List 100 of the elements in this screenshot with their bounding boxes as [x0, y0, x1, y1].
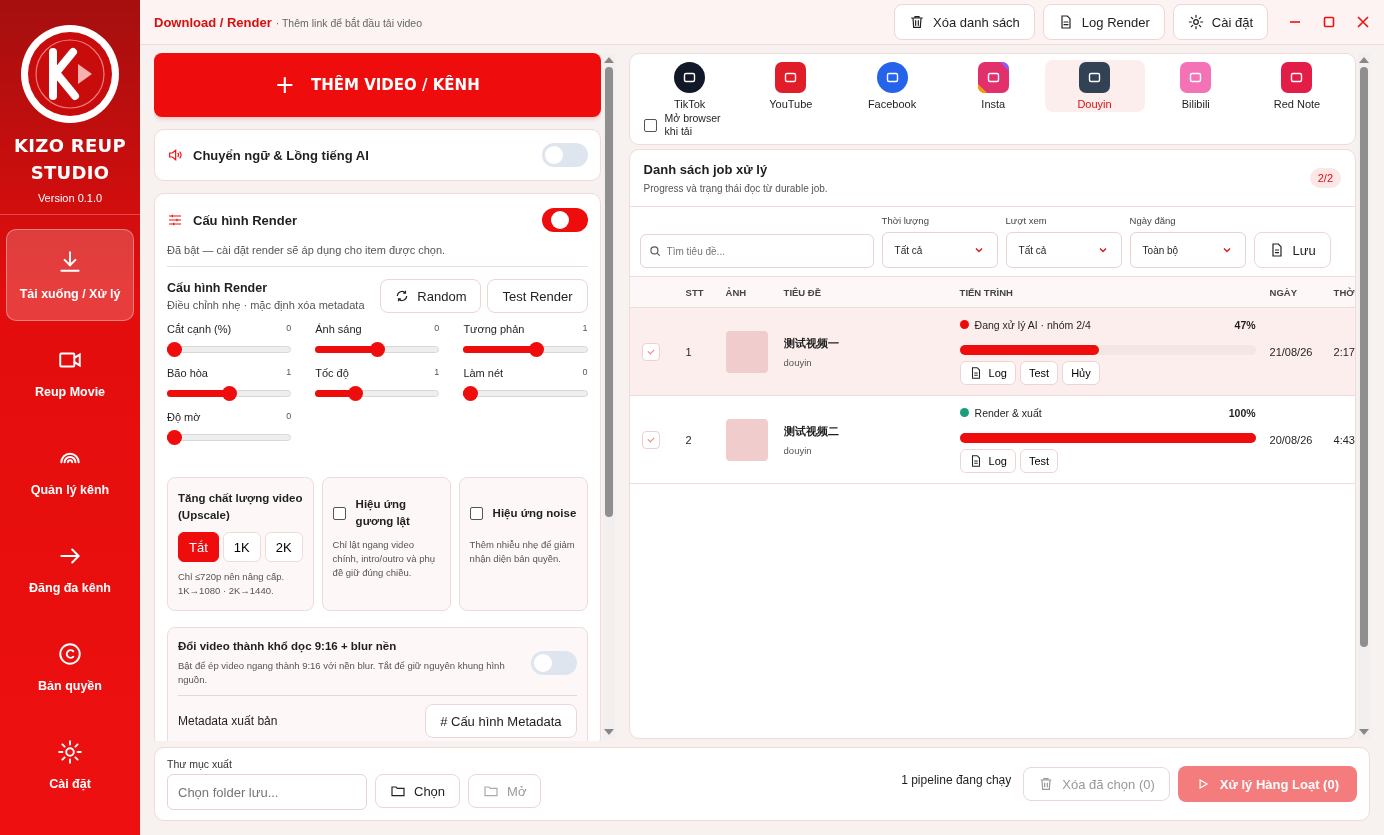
toggle-switch[interactable] [530, 650, 577, 675]
row-action-button[interactable]: Test [1019, 360, 1059, 385]
filter-label: Lượt xem [1005, 215, 1048, 226]
slider-value: 0 [434, 323, 440, 335]
nav-item[interactable]: Bản quyền [6, 621, 134, 713]
checkbox[interactable] [332, 506, 346, 520]
nav-item[interactable]: Quản lý kênh [6, 425, 134, 517]
speaker-icon [167, 147, 183, 163]
row-checkbox[interactable] [641, 430, 660, 449]
platform-tab[interactable]: Insta [943, 60, 1044, 112]
status-text: Đang xử lý AI · nhóm 2/4 [974, 318, 1092, 331]
option-title: Đổi video thành khổ dọc 9:16 + blur nền [178, 639, 398, 655]
row-action-button[interactable]: Hủy [1062, 360, 1100, 385]
slider-label: Cắt cạnh (%) [167, 323, 232, 335]
log-button[interactable]: Log Render [1042, 4, 1165, 40]
slider[interactable] [167, 430, 292, 445]
nav-item[interactable]: Cài đặt [6, 719, 134, 811]
checkbox[interactable] [469, 506, 483, 520]
table-cell-text: 21/08/26 [1269, 345, 1314, 358]
platform-tab[interactable]: Facebook [842, 60, 943, 112]
platform-tab[interactable]: Douyin [1044, 60, 1145, 112]
video-source: douyin [783, 356, 813, 368]
search-field[interactable]: Tìm tiêu đề... [639, 234, 874, 268]
version-label: Version 0.1.0 [37, 192, 103, 204]
option-note: Bật để ép video ngang thành 9:16 với nền blur. Tắt để giữ nguyên khung hình nguồn. [178, 659, 506, 687]
checkbox[interactable] [643, 118, 657, 132]
platform-tab[interactable]: YouTube [740, 60, 841, 112]
settings-icon [57, 739, 83, 765]
refresh-icon [395, 289, 410, 303]
clear-list-button[interactable]: Xóa danh sách [894, 4, 1035, 40]
pipeline-status: 1 pipeline đang chạy [901, 773, 1012, 787]
platform-tab[interactable]: Bilibili [1145, 60, 1246, 112]
platform-tab[interactable]: Red Note [1247, 60, 1347, 112]
table-cell-text: 2 [685, 433, 693, 446]
nav-item[interactable]: Đăng đa kênh [6, 523, 134, 615]
table-row[interactable]: 1 测试视频一 douyin Đang xử lý AI · nhóm 2/4 47% Log Test Hủy 21/08/26 2:17 [629, 308, 1355, 396]
card-title: Cấu hình Render [193, 212, 298, 228]
scrollbar[interactable] [602, 53, 615, 739]
filter-dropdown[interactable]: Tất cả [881, 232, 998, 268]
random-button[interactable]: Random [380, 279, 482, 313]
metadata-config-button[interactable]: # Cấu hình Metadata [425, 704, 577, 738]
page-title: Download / Render [154, 14, 272, 30]
checkbox-label: Mở browser khi tải [664, 112, 722, 138]
close-icon[interactable] [1356, 15, 1370, 29]
option-note: Chỉ lật ngang video chính, intro/outro và phụ đề giữ đúng chiều. [332, 538, 437, 580]
section-title: Cấu hình Render [167, 281, 268, 295]
folder-field[interactable]: Chọn folder lưu... [167, 774, 367, 810]
slider-value: 0 [286, 411, 292, 423]
row-action-button[interactable]: Log [959, 448, 1016, 473]
slider-value: 0 [582, 367, 588, 379]
video-title: 测试视频一 [783, 335, 840, 351]
table-row[interactable]: 2 测试视频二 douyin Render & xuất 100% Log Test 20/08/26 4:43 [629, 396, 1355, 484]
slider[interactable] [315, 386, 440, 401]
slider-label: Độ mờ [167, 411, 201, 423]
jobs-title: Danh sách job xử lý [643, 162, 769, 177]
slider[interactable] [167, 386, 292, 401]
column-header: NGÀY [1269, 286, 1299, 298]
row-action-button[interactable]: Test [1019, 448, 1059, 473]
progress-percent: 100% [1228, 406, 1256, 419]
add-video-button[interactable]: + THÊM VIDEO / KÊNH [154, 53, 601, 117]
upscale-option[interactable]: 1K [222, 532, 261, 562]
status-text: Render & xuất [974, 406, 1043, 419]
field-label: Thư mục xuất [167, 758, 233, 770]
video-title: 测试视频二 [783, 423, 840, 439]
save-button[interactable]: Lưu [1253, 232, 1331, 268]
section-subtitle: Điều chỉnh nhẹ · mặc định xóa metadata [167, 299, 366, 311]
column-header: ẢNH [725, 286, 748, 298]
copyright-icon [57, 641, 83, 667]
test-render-button[interactable]: Test Render [487, 279, 588, 313]
settings-button[interactable]: Cài đặt [1172, 4, 1268, 40]
platform-tab[interactable]: TikTok [639, 60, 740, 112]
slider[interactable] [463, 386, 588, 401]
upscale-option[interactable]: 2K [264, 532, 303, 562]
upscale-option[interactable]: Tắt [178, 532, 219, 562]
filter-dropdown[interactable]: Tất cả [1005, 232, 1122, 268]
option-note: Chỉ ≤720p nên nâng cấp. 1K→1080 · 2K→1440. [178, 570, 286, 598]
filter-dropdown[interactable]: Toàn bộ [1129, 232, 1246, 268]
toggle-switch[interactable] [541, 143, 588, 167]
slider[interactable] [167, 342, 292, 357]
slider[interactable] [463, 342, 588, 357]
column-header: TIÊU ĐỀ [783, 286, 823, 298]
jobs-subtitle: Progress và trạng thái đọc từ durable job. [643, 183, 828, 194]
nav-item[interactable]: Tải xuống / Xử lý [6, 229, 134, 321]
slider-label: Bão hòa [167, 367, 208, 379]
column-header: THỜ [1333, 286, 1355, 298]
maximize-icon[interactable] [1322, 15, 1336, 29]
slider-value: 1 [582, 323, 588, 335]
toggle-switch[interactable] [541, 208, 588, 232]
folder-icon [390, 783, 406, 799]
row-checkbox[interactable] [641, 342, 660, 361]
slider[interactable] [315, 342, 440, 357]
thumbnail [725, 330, 768, 373]
row-action-button[interactable]: Log [959, 360, 1016, 385]
thumbnail [725, 418, 768, 461]
settings-icon [1187, 14, 1204, 30]
nav-item[interactable]: Reup Movie [6, 327, 134, 419]
video-source: douyin [783, 444, 813, 456]
scrollbar[interactable] [1358, 53, 1370, 739]
column-header: STT [685, 286, 705, 298]
choose-button[interactable]: Chọn [375, 774, 461, 808]
